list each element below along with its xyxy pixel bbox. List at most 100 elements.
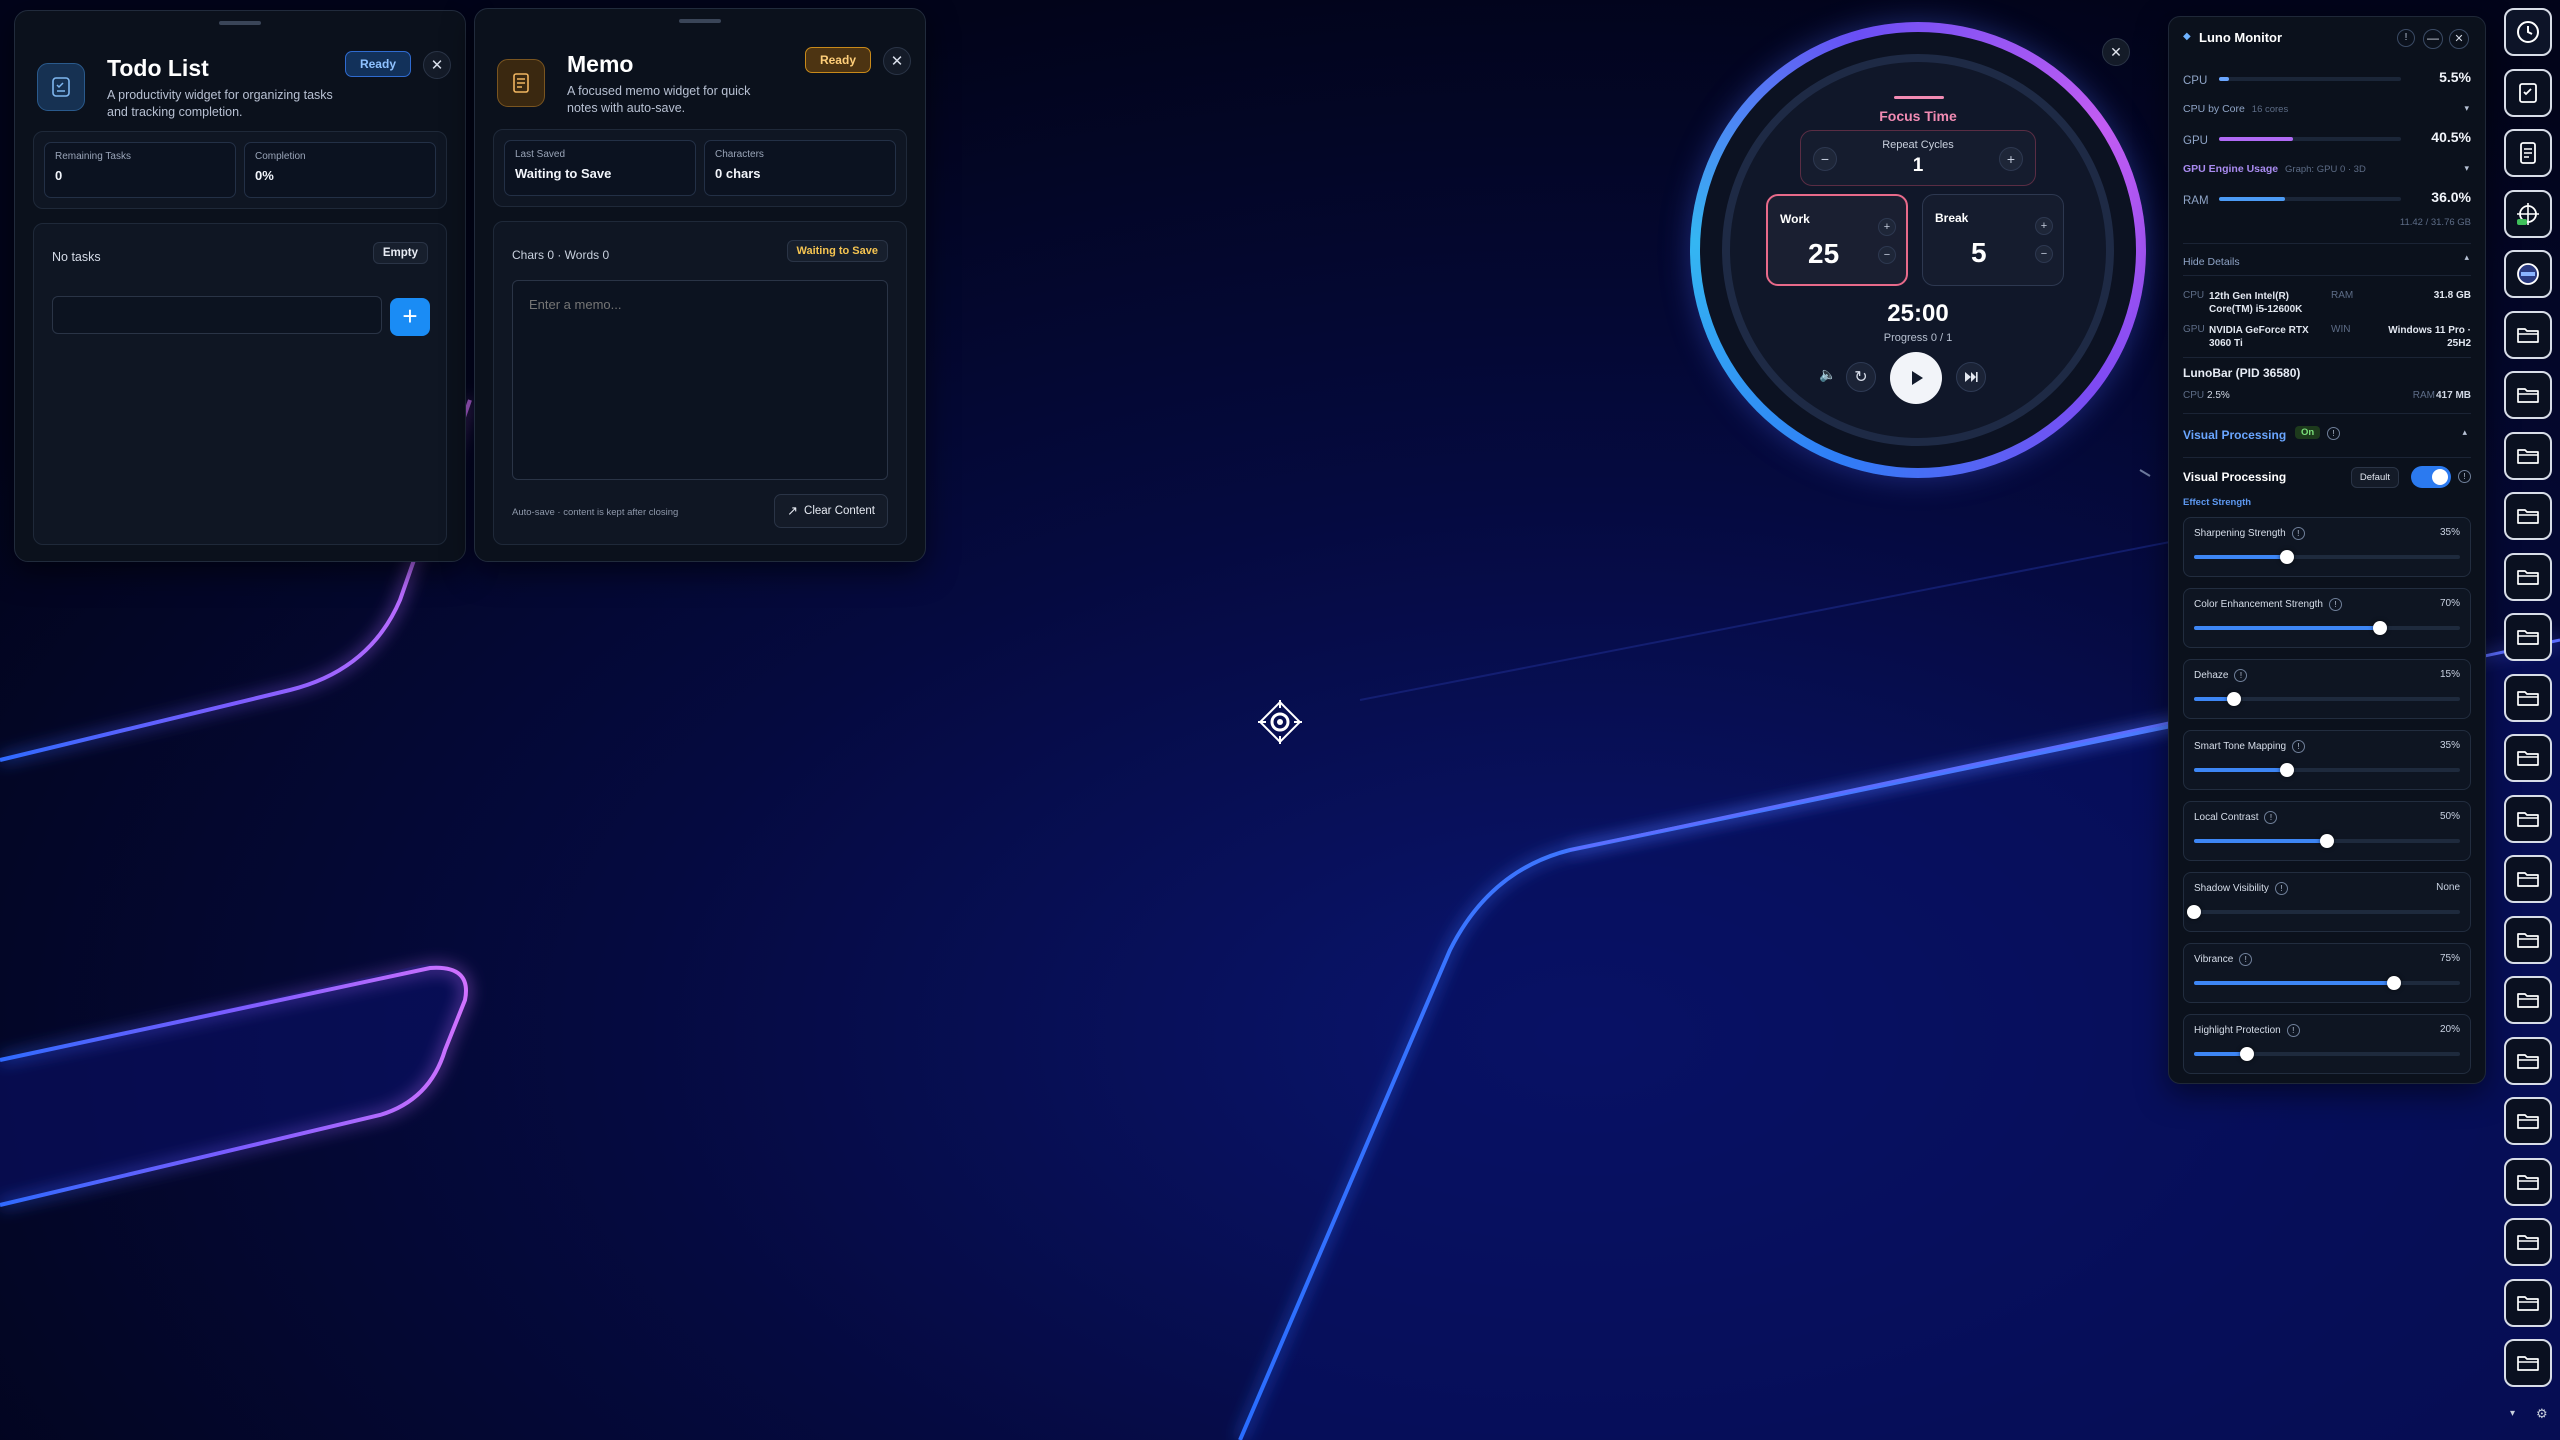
dock-item[interactable]: [2504, 1218, 2552, 1266]
vp-title: Visual Processing: [2183, 470, 2287, 484]
vp-toggle[interactable]: [2411, 466, 2451, 488]
widget-description: A productivity widget for organizing tas…: [107, 88, 333, 119]
slider-label: Shadow Visibility: [2194, 883, 2269, 894]
dock-item[interactable]: [2504, 1036, 2552, 1085]
slider-track[interactable]: [2194, 1047, 2460, 1061]
memo-icon: [2515, 140, 2541, 166]
clear-content-button[interactable]: ↗ Clear Content: [774, 494, 888, 528]
dock-item[interactable]: [2504, 673, 2552, 722]
info-icon[interactable]: !: [2292, 740, 2306, 753]
info-button[interactable]: !: [2397, 29, 2415, 47]
slider-knob[interactable]: [2280, 763, 2295, 777]
work-decrease-button[interactable]: −: [1878, 246, 1896, 264]
slider-knob[interactable]: [2386, 976, 2401, 990]
ram-label: RAM: [2183, 195, 2209, 207]
gpu-engine-row[interactable]: GPU Engine Usage Graph: GPU 0 · 3D ▾: [2183, 163, 2471, 179]
break-decrease-button[interactable]: −: [2035, 245, 2053, 263]
add-task-button[interactable]: +: [390, 298, 430, 336]
slider-track[interactable]: [2194, 621, 2460, 635]
folder-icon: [2515, 1169, 2541, 1195]
info-icon[interactable]: !: [2264, 811, 2278, 824]
reset-button[interactable]: ↻: [1846, 362, 1876, 392]
slider-track[interactable]: [2194, 763, 2460, 777]
play-button[interactable]: [1890, 352, 1942, 404]
minimize-button[interactable]: —: [2423, 29, 2443, 49]
dock-item[interactable]: [2504, 794, 2552, 843]
info-icon[interactable]: !: [2327, 427, 2340, 440]
dock-item[interactable]: [2504, 492, 2552, 540]
slider-knob[interactable]: [2226, 692, 2241, 706]
dock-item[interactable]: [2504, 8, 2552, 56]
process-name: LunoBar (PID 36580): [2183, 366, 2301, 380]
dock-settings-icon[interactable]: ⚙: [2536, 1406, 2548, 1422]
dock-item[interactable]: [2504, 855, 2552, 903]
dock-item[interactable]: [2504, 310, 2552, 359]
volume-icon[interactable]: 🔈: [1818, 366, 1838, 386]
dock-item[interactable]: [2504, 431, 2552, 480]
slider-track[interactable]: [2194, 692, 2460, 706]
slider-value: 20%: [2439, 1024, 2460, 1035]
skip-button[interactable]: [1956, 362, 1986, 392]
dock-item[interactable]: [2504, 1339, 2552, 1387]
close-button[interactable]: ✕: [2449, 29, 2469, 49]
slider-knob[interactable]: [2280, 550, 2295, 564]
spec-win-tag: WIN: [2331, 324, 2351, 335]
dock-item[interactable]: [2504, 734, 2552, 782]
dock-item[interactable]: [2504, 1097, 2552, 1145]
pomodoro-close-button[interactable]: ✕: [2102, 38, 2130, 66]
stat-label: Completion: [255, 151, 306, 162]
cpu-by-core-row[interactable]: CPU by Core 16 cores ▾: [2183, 103, 2471, 119]
info-icon[interactable]: !: [2239, 953, 2253, 966]
drag-handle[interactable]: [679, 19, 721, 23]
monitor-title: Luno Monitor: [2199, 30, 2283, 45]
widget-title: Memo: [567, 51, 634, 77]
slider-knob[interactable]: [2240, 1047, 2255, 1061]
slider-knob[interactable]: [2320, 834, 2334, 848]
info-icon[interactable]: !: [2458, 470, 2471, 483]
info-icon[interactable]: !: [2274, 882, 2288, 895]
info-icon[interactable]: !: [2291, 527, 2305, 540]
info-icon[interactable]: !: [2328, 598, 2342, 611]
dock-chevron-down-icon[interactable]: ▾: [2510, 1408, 2515, 1419]
close-icon: ✕: [2110, 43, 2122, 60]
folder-icon: [2515, 866, 2541, 892]
break-increase-button[interactable]: +: [2035, 217, 2053, 235]
memo-stats: Last Saved Waiting to Save Characters 0 …: [493, 129, 907, 207]
vp-section-header[interactable]: Visual Processing On ! ▴: [2183, 413, 2471, 447]
dock-item[interactable]: [2504, 915, 2552, 964]
repeat-increase-button[interactable]: +: [1999, 147, 2023, 171]
dock-item[interactable]: [2504, 129, 2552, 177]
dock-item[interactable]: [2504, 371, 2552, 419]
info-icon[interactable]: !: [2286, 1024, 2300, 1037]
info-icon[interactable]: !: [2234, 669, 2248, 682]
spec-win: Windows 11 Pro · 25H2: [2388, 325, 2471, 349]
slider-track[interactable]: [2187, 905, 2460, 919]
slider-fill: [2194, 626, 2381, 630]
dock-item[interactable]: [2504, 250, 2552, 298]
repeat-cycles-box: Repeat Cycles 1 − +: [1800, 130, 2036, 186]
drag-handle[interactable]: [219, 21, 261, 25]
repeat-decrease-button[interactable]: −: [1813, 147, 1837, 171]
slider-knob[interactable]: [2373, 621, 2388, 635]
hide-details-toggle[interactable]: Hide Details ▴: [2183, 243, 2471, 268]
memo-textarea[interactable]: [512, 280, 888, 480]
dock-item[interactable]: [2504, 189, 2552, 238]
dock-item[interactable]: [2504, 1278, 2552, 1327]
slider-track[interactable]: [2194, 976, 2460, 990]
close-button[interactable]: ✕: [423, 51, 451, 79]
dock-item[interactable]: [2504, 976, 2552, 1024]
vp-default-button[interactable]: Default: [2350, 467, 2399, 488]
dock-item[interactable]: [2504, 613, 2552, 661]
slider-track[interactable]: [2194, 834, 2460, 848]
slider-track[interactable]: [2194, 550, 2460, 564]
dock-item[interactable]: [2504, 552, 2552, 601]
slider-label: Sharpening Strength: [2194, 528, 2286, 539]
new-task-input[interactable]: [52, 296, 382, 334]
dock-item[interactable]: [2504, 68, 2552, 117]
dock-item[interactable]: [2504, 1157, 2552, 1206]
desktop-target-icon[interactable]: [1252, 694, 1308, 750]
close-button[interactable]: ✕: [883, 47, 911, 75]
slider-knob[interactable]: [2187, 905, 2201, 919]
work-increase-button[interactable]: +: [1878, 218, 1896, 236]
slider-card: Dehaze! 15%: [2183, 659, 2471, 719]
